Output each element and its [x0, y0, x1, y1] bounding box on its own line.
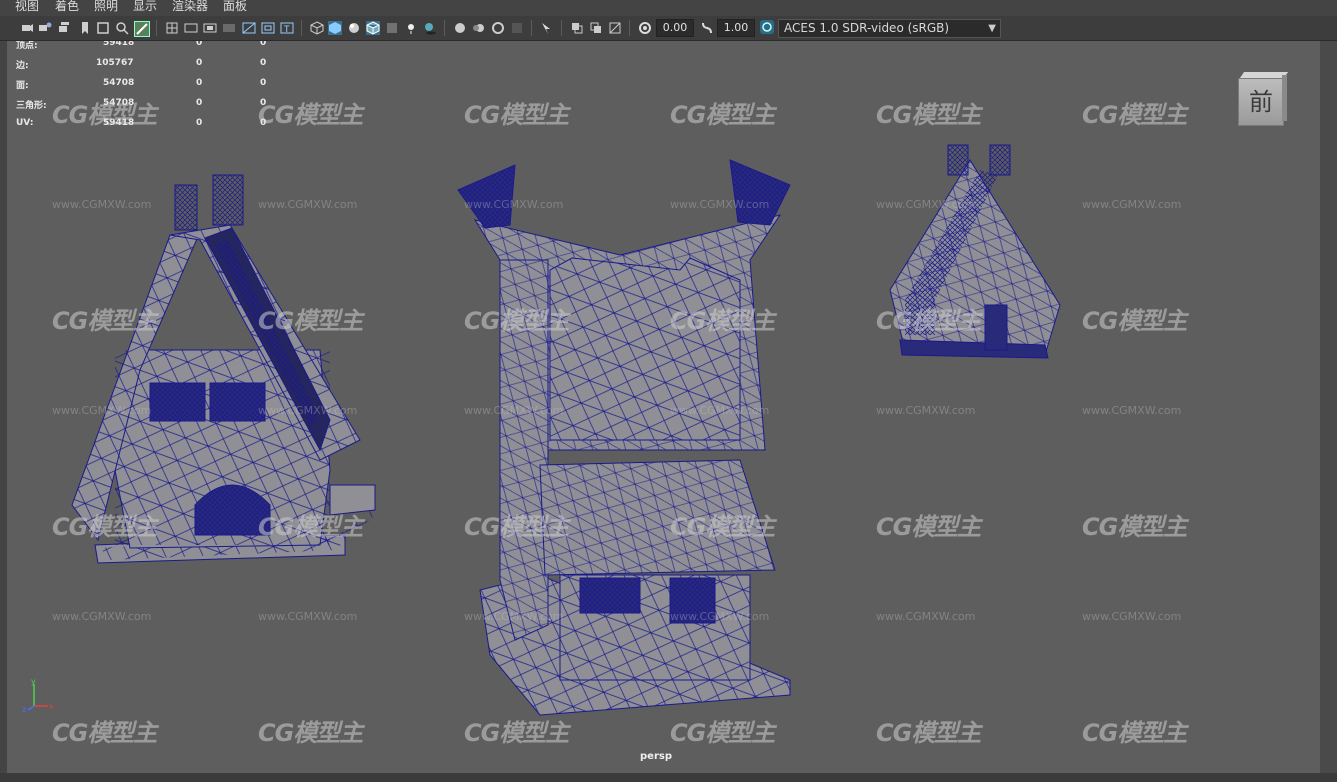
2d-pan-zoom-icon[interactable] [115, 21, 129, 35]
menu-view[interactable]: 视图 [15, 0, 39, 14]
panel-side-strip [1320, 41, 1337, 773]
scene-geometry [71, 144, 1061, 716]
menu-renderer[interactable]: 渲染器 [172, 0, 208, 14]
exposure-field[interactable]: 0.00 [656, 19, 694, 37]
wireframe-icon[interactable] [310, 21, 324, 35]
center-house-mesh [457, 159, 791, 716]
safe-title-icon[interactable]: T [280, 21, 294, 35]
time-slider-strip[interactable] [0, 773, 1337, 782]
viewcube-front-face[interactable]: 前 [1238, 78, 1284, 126]
resolution-gate-icon[interactable] [203, 21, 217, 35]
film-gate-icon[interactable] [184, 21, 198, 35]
camera-attributes-icon[interactable] [38, 21, 52, 35]
view-transform-value: ACES 1.0 SDR-video (sRGB) [784, 21, 950, 35]
axis-gizmo: y x z [22, 678, 54, 712]
menu-panels[interactable]: 面板 [223, 0, 247, 14]
left-house-mesh [71, 174, 376, 564]
depth-of-field-icon[interactable] [510, 21, 524, 35]
shadows-icon[interactable] [423, 21, 437, 35]
camera-name-label: persp [640, 751, 672, 762]
gamma-icon[interactable] [700, 21, 714, 35]
screen-space-ao-icon[interactable] [453, 21, 467, 35]
frame-all-icon[interactable] [589, 21, 603, 35]
frame-selection-icon[interactable] [608, 21, 622, 35]
grid-icon[interactable] [165, 21, 179, 35]
image-plane-icon[interactable] [96, 21, 110, 35]
field-chart-icon[interactable] [242, 21, 256, 35]
right-house-mesh [889, 144, 1061, 359]
exposure-icon[interactable] [638, 21, 652, 35]
motion-blur-icon[interactable] [472, 21, 486, 35]
menu-shading[interactable]: 着色 [55, 0, 79, 14]
bookmark-camera-icon[interactable] [58, 21, 72, 35]
axis-z-label: z [22, 705, 26, 712]
axis-y-label: y [31, 678, 36, 686]
use-all-lights-icon[interactable] [404, 21, 418, 35]
safe-action-icon[interactable] [261, 21, 275, 35]
anti-aliasing-icon[interactable] [491, 21, 505, 35]
axis-x-label: x [49, 702, 54, 711]
bookmark-icon[interactable] [78, 21, 92, 35]
menu-show[interactable]: 显示 [133, 0, 157, 14]
viewport-persp[interactable]: CG模型主 CG模型主 CG模型主 CG模型主 CG模型主 CG模型主 www.… [7, 41, 1320, 773]
default-material-icon[interactable] [347, 21, 361, 35]
hud-icon[interactable] [570, 21, 584, 35]
grease-pencil-icon[interactable] [134, 21, 150, 37]
viewcube-side-face[interactable] [1282, 75, 1287, 121]
isolate-select-icon[interactable] [540, 21, 554, 35]
wireframe-on-shaded-icon[interactable] [366, 21, 380, 35]
view-transform-select[interactable]: ACES 1.0 SDR-video (sRGB) ▼ [778, 19, 1001, 38]
menu-lighting[interactable]: 照明 [94, 0, 118, 14]
xray-icon[interactable] [385, 21, 399, 35]
chevron-down-icon: ▼ [988, 23, 996, 34]
smooth-shade-icon[interactable] [328, 21, 342, 35]
panel-toolbar: T 0.00 1.00 ACES 1.0 SDR-video (sRGB) ▼ [0, 16, 1337, 41]
gamma-field[interactable]: 1.00 [717, 19, 755, 37]
svg-text:T: T [283, 25, 290, 35]
camera-select-icon[interactable] [20, 21, 34, 35]
panel-menu-bar: 视图 着色 照明 显示 渲染器 面板 [0, 0, 1337, 16]
gate-mask-icon[interactable] [222, 21, 236, 35]
viewcube[interactable]: 前 [1238, 72, 1289, 126]
view-transform-icon[interactable] [760, 20, 774, 34]
